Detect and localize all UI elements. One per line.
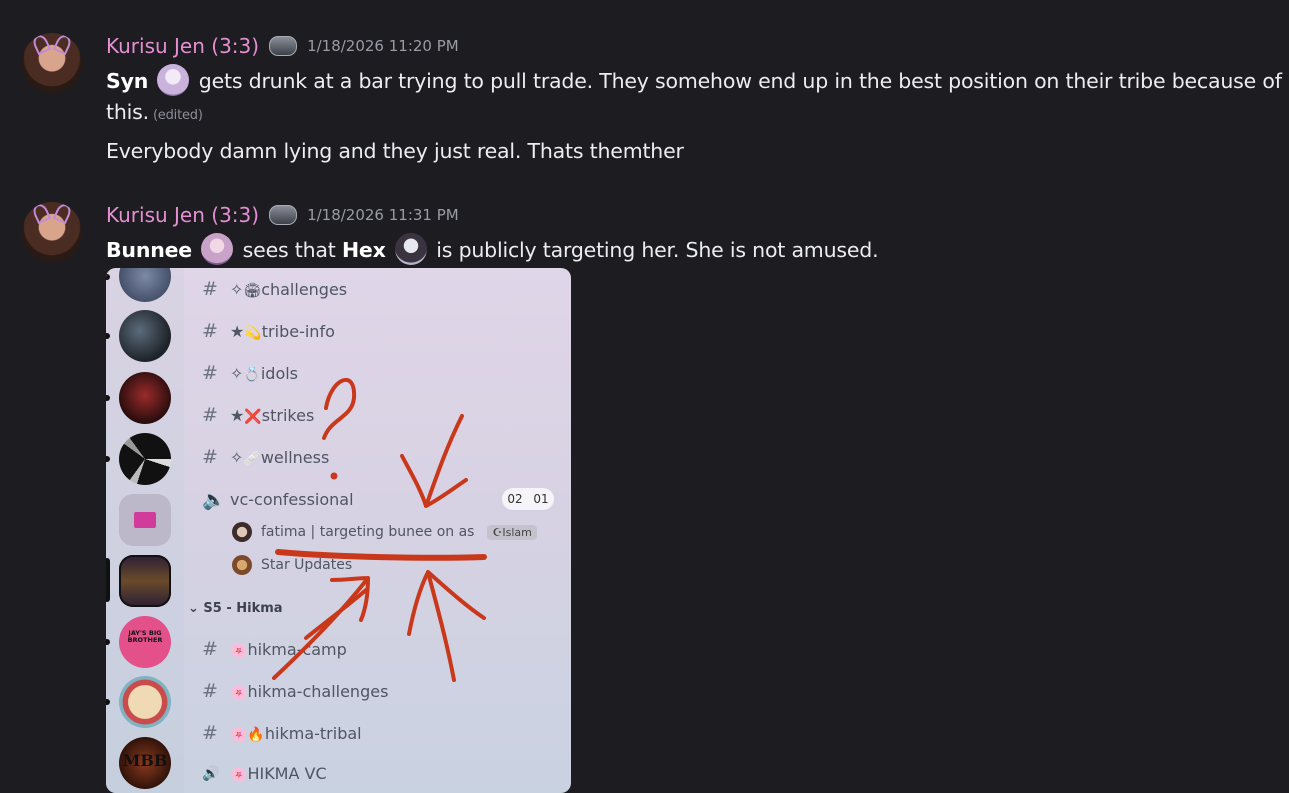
question-dot: [330, 472, 338, 480]
message-header: Kurisu Jen (3:3) 1/18/2026 11:31 PM: [106, 203, 459, 227]
message-text: this.: [106, 100, 149, 124]
message-text-line: this. (edited): [106, 100, 203, 124]
mention-name: Bunnee: [106, 238, 193, 262]
user-avatar[interactable]: [22, 33, 82, 93]
arrow-down-right: [400, 414, 468, 508]
mention-name: Hex: [341, 238, 386, 262]
syn-avatar-icon: [157, 64, 190, 96]
server-tag-icon[interactable]: [269, 36, 298, 56]
arrow-up-right: [407, 570, 486, 682]
message-text-line: Syn gets drunk at a bar trying to pull t…: [106, 64, 1282, 98]
server-tag-icon[interactable]: [269, 205, 298, 225]
message-text-line: Bunnee sees that Hex is publicly targeti…: [106, 233, 879, 267]
username[interactable]: Kurisu Jen (3:3): [106, 34, 259, 58]
username[interactable]: Kurisu Jen (3:3): [106, 203, 259, 227]
message-text: is publicly targeting her. She is not am…: [436, 238, 879, 262]
question-mark-scribble: [322, 377, 357, 440]
message-text: Everybody damn lying and they just real.…: [106, 139, 684, 163]
message-text-line: Everybody damn lying and they just real.…: [106, 139, 684, 163]
underline-stroke: [275, 549, 487, 561]
timestamp[interactable]: 1/18/2026 11:31 PM: [307, 206, 459, 224]
arrow-up-left-2: [304, 588, 368, 640]
user-avatar[interactable]: [22, 202, 82, 262]
message-text: sees that: [242, 238, 336, 262]
edited-label: (edited): [152, 108, 203, 123]
red-annotation-drawing: [272, 377, 487, 682]
image-attachment[interactable]: JAY'S BIG BROTHER MBB # ✧🏟challenges # ★…: [106, 268, 571, 793]
timestamp[interactable]: 1/18/2026 11:20 PM: [307, 37, 459, 55]
bunnee-avatar-icon: [201, 233, 234, 265]
message-text: gets drunk at a bar trying to pull trade…: [198, 69, 1282, 93]
message-header: Kurisu Jen (3:3) 1/18/2026 11:20 PM: [106, 34, 459, 58]
hex-avatar-icon: [394, 233, 427, 265]
mention-name: Syn: [106, 69, 149, 93]
